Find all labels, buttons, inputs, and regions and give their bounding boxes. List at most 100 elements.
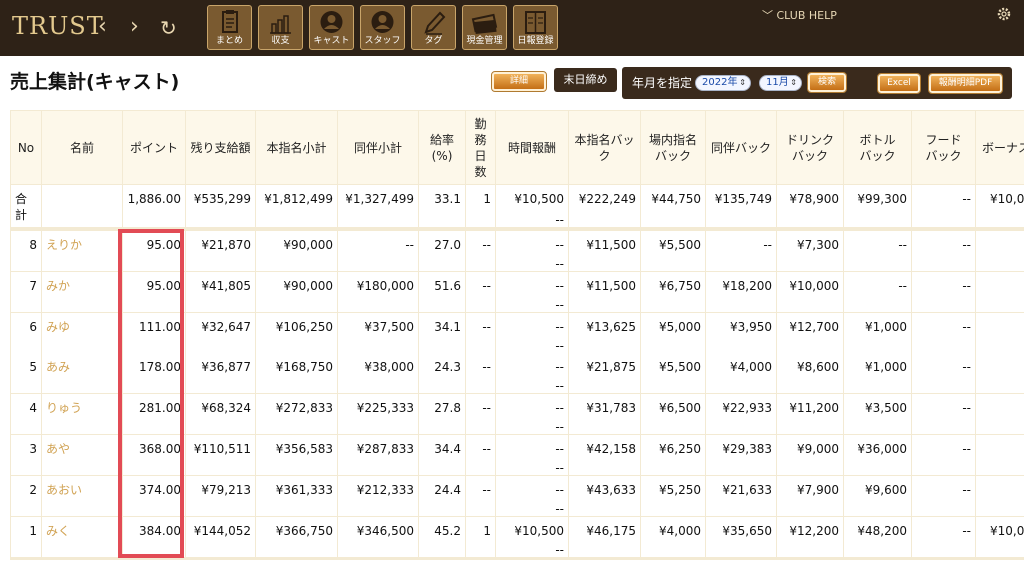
search-button[interactable]: 検索 (807, 72, 847, 93)
row-bottle-back: ¥48,200 (844, 517, 911, 557)
row-bonus (976, 476, 1024, 516)
top-bar: TRUST ‹ › ↻ まとめ 収支 キャスト スタッフ タグ 現金管理 日報登… (0, 0, 1024, 56)
header-work-days: 勤 務 日 数 (466, 111, 495, 184)
row-points: 178.00 (123, 353, 185, 393)
menu-tag-button[interactable]: タグ (411, 5, 456, 50)
row-no: 8 (11, 231, 41, 271)
menu-balance-button[interactable]: 収支 (258, 5, 303, 50)
row-no: 1 (11, 517, 41, 557)
menu-cash-button[interactable]: 現金管理 (462, 5, 507, 50)
header-inhouse-back: 場内指名 バック (641, 111, 705, 184)
row-name: えりか (42, 231, 122, 271)
time-pay-sub: -- (555, 501, 564, 516)
cast-name-link[interactable]: みゆ (46, 320, 70, 334)
header-food-back: フード バック (912, 111, 975, 184)
row-food-back: -- (912, 435, 975, 475)
back-icon[interactable]: ‹ (98, 16, 107, 38)
menu-daily-label: 日報登録 (517, 36, 554, 46)
row-dohan-back: ¥3,950 (706, 313, 776, 353)
select-arrows-icon: ⇕ (739, 78, 746, 87)
row-remaining: ¥110,511 (186, 435, 255, 475)
row-dohan-back: ¥18,200 (706, 272, 776, 312)
total-drink-back: ¥78,900 (777, 185, 843, 227)
row-points: 95.00 (123, 272, 185, 312)
menu-summary-button[interactable]: まとめ (207, 5, 252, 50)
row-time-pay: ¥10,500 -- (496, 517, 568, 557)
cast-name-link[interactable]: りゅう (46, 401, 82, 415)
time-pay-sub: -- (555, 542, 564, 557)
row-dohan-back: ¥35,650 (706, 517, 776, 557)
total-name (42, 185, 122, 227)
time-pay-sub: -- (555, 338, 564, 353)
cast-name-link[interactable]: えりか (46, 238, 82, 252)
row-bonus (976, 272, 1024, 312)
cast-name-link[interactable]: あみ (46, 360, 70, 374)
header-points: ポイント (123, 111, 185, 184)
gear-icon[interactable] (996, 6, 1012, 22)
month-select-value: 11月 (766, 77, 789, 88)
row-dohan-subtotal: ¥38,000 (338, 353, 418, 393)
pdf-button[interactable]: 報酬明細PDF (928, 73, 1003, 94)
time-pay-sub: -- (555, 297, 564, 312)
excel-button[interactable]: Excel (877, 73, 921, 94)
row-time-pay: -- -- (496, 231, 568, 271)
total-time-pay: ¥10,500 -- (496, 185, 568, 227)
cast-name-link[interactable]: みく (46, 524, 70, 538)
row-bottle-back: ¥36,000 (844, 435, 911, 475)
club-help-link[interactable]: ﹀ CLUB HELP (762, 9, 837, 23)
total-inhouse-back: ¥44,750 (641, 185, 705, 227)
row-inhouse-back: ¥6,500 (641, 394, 705, 434)
row-main-back: ¥31,783 (569, 394, 640, 434)
total-food-back: -- (912, 185, 975, 227)
total-remaining: ¥535,299 (186, 185, 255, 227)
row-dohan-back: ¥4,000 (706, 353, 776, 393)
forward-icon[interactable]: › (130, 16, 139, 38)
row-work-days: -- (466, 476, 495, 516)
row-main-back: ¥13,625 (569, 313, 640, 353)
row-pay-rate: 27.0 (419, 231, 465, 271)
menu-staff-button[interactable]: スタッフ (360, 5, 405, 50)
clipboard-icon (222, 10, 238, 33)
cast-name-link[interactable]: あや (46, 442, 70, 456)
row-dohan-back: ¥21,633 (706, 476, 776, 516)
row-inhouse-back: ¥6,250 (641, 435, 705, 475)
row-main-subtotal: ¥356,583 (256, 435, 337, 475)
menu-daily-button[interactable]: 日報登録 (513, 5, 558, 50)
row-name: みゆ (42, 313, 122, 353)
bar-chart-icon (270, 15, 291, 34)
app-logo: TRUST (12, 12, 104, 40)
row-remaining: ¥68,324 (186, 394, 255, 434)
month-select[interactable]: 11月 ⇕ (759, 75, 802, 91)
menu-cast-button[interactable]: キャスト (309, 5, 354, 50)
cast-name-link[interactable]: あおい (46, 483, 82, 497)
month-close-button[interactable]: 末日締め (554, 68, 617, 92)
refresh-icon[interactable]: ↻ (160, 17, 177, 39)
row-main-subtotal: ¥168,750 (256, 353, 337, 393)
row-main-subtotal: ¥106,250 (256, 313, 337, 353)
row-main-back: ¥46,175 (569, 517, 640, 557)
row-work-days: -- (466, 435, 495, 475)
row-food-back: -- (912, 517, 975, 557)
row-inhouse-back: ¥5,500 (641, 353, 705, 393)
total-time-pay-sub: -- (555, 213, 564, 227)
total-dohan-subtotal: ¥1,327,499 (338, 185, 418, 227)
row-remaining: ¥144,052 (186, 517, 255, 557)
time-pay-sub: -- (555, 256, 564, 271)
detail-button[interactable]: 詳細 (491, 71, 547, 92)
club-help-label: CLUB HELP (776, 9, 837, 22)
row-dohan-subtotal: ¥212,333 (338, 476, 418, 516)
cast-name-link[interactable]: みか (46, 279, 70, 293)
row-main-back: ¥42,158 (569, 435, 640, 475)
row-time-pay: -- -- (496, 394, 568, 434)
page-title: 売上集計(キャスト) (10, 71, 180, 93)
row-points: 368.00 (123, 435, 185, 475)
pencil-icon (424, 11, 446, 35)
row-pay-rate: 34.4 (419, 435, 465, 475)
time-pay-sub: -- (555, 460, 564, 475)
row-drink-back: ¥11,200 (777, 394, 843, 434)
row-work-days: -- (466, 313, 495, 353)
total-dohan-back: ¥135,749 (706, 185, 776, 227)
year-select[interactable]: 2022年 ⇕ (695, 75, 751, 91)
row-bonus (976, 313, 1024, 353)
row-inhouse-back: ¥6,750 (641, 272, 705, 312)
